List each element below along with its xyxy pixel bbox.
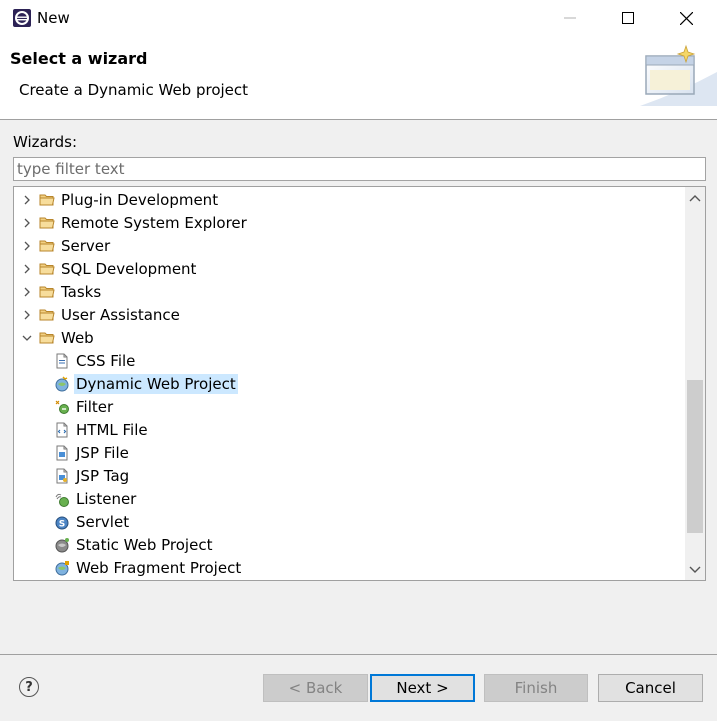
chevron-right-icon[interactable] (20, 285, 34, 299)
page-title: Select a wizard (10, 49, 148, 68)
vertical-scrollbar[interactable] (685, 187, 705, 580)
tree-item-label: JSP File (76, 443, 129, 462)
servlet-icon: S (54, 514, 70, 530)
tree-folder[interactable]: User Assistance (20, 303, 182, 326)
window-title: New (37, 9, 70, 27)
tree-folder[interactable]: Plug-in Development (20, 188, 220, 211)
wizard-content: Wizards: Plug-in Development Remote Syste… (0, 121, 717, 654)
html-file-icon (54, 422, 70, 438)
folder-icon (39, 307, 55, 323)
tree-item[interactable]: CSS File (54, 349, 137, 372)
tree-item[interactable]: Listener (54, 487, 138, 510)
svg-text:S: S (59, 519, 65, 529)
folder-icon (39, 215, 55, 231)
tree-item-label: Listener (76, 489, 137, 508)
cancel-button[interactable]: Cancel (598, 674, 703, 702)
wizard-header: Select a wizard Create a Dynamic Web pro… (0, 36, 717, 120)
tree-item[interactable]: Static Web Project (54, 533, 214, 556)
tree-item-label: Server (61, 236, 111, 255)
tree-item[interactable]: S Servlet (54, 510, 131, 533)
maximize-button[interactable] (599, 0, 657, 36)
static-web-project-icon (54, 537, 70, 553)
folder-icon (39, 238, 55, 254)
tree-item-label: Tasks (61, 282, 102, 301)
listener-icon (54, 491, 70, 507)
wizard-tree[interactable]: Plug-in Development Remote System Explore… (13, 186, 706, 581)
chevron-right-icon[interactable] (20, 216, 34, 230)
scrollbar-thumb[interactable] (687, 380, 703, 533)
tree-item-label: CSS File (76, 351, 136, 370)
tree-item-label: Dynamic Web Project (74, 373, 238, 394)
web-fragment-project-icon (54, 560, 70, 576)
close-button[interactable] (657, 0, 715, 36)
tree-item-label: User Assistance (61, 305, 180, 324)
tree-item-label: SQL Development (61, 259, 197, 278)
tree-item-label: HTML File (76, 420, 148, 439)
tree-item-label: Static Web Project (76, 535, 213, 554)
tree-folder[interactable]: Remote System Explorer (20, 211, 249, 234)
tree-item-label: Web (61, 328, 94, 347)
tree-item[interactable]: Filter (54, 395, 115, 418)
tree-folder[interactable]: Web (20, 326, 96, 349)
wizards-label: Wizards: (13, 133, 78, 151)
tree-item[interactable]: JSP File (54, 441, 131, 464)
folder-icon (39, 330, 55, 346)
scroll-down-arrow-icon[interactable] (685, 560, 705, 580)
chevron-down-icon[interactable] (20, 331, 34, 345)
chevron-right-icon[interactable] (20, 308, 34, 322)
chevron-right-icon[interactable] (20, 193, 34, 207)
finish-button[interactable]: Finish (484, 674, 588, 702)
close-icon (679, 11, 693, 25)
tree-item[interactable]: JSP Tag (54, 464, 131, 487)
tree-item[interactable]: HTML File (54, 418, 150, 441)
tree-folder[interactable]: SQL Development (20, 257, 198, 280)
scroll-up-arrow-icon[interactable] (685, 188, 705, 208)
minimize-button[interactable] (541, 0, 599, 36)
css-file-icon (54, 353, 70, 369)
tree-folder[interactable]: Server (20, 234, 112, 257)
tree-item-label: Plug-in Development (61, 190, 219, 209)
jsp-file-icon (54, 445, 70, 461)
tree-item-label: Filter (76, 397, 114, 416)
tree-folder[interactable]: Tasks (20, 280, 103, 303)
tree-item-label: Remote System Explorer (61, 213, 247, 232)
eclipse-app-icon (12, 8, 32, 28)
folder-icon (39, 192, 55, 208)
tree-item-label: Servlet (76, 512, 130, 531)
page-description: Create a Dynamic Web project (19, 81, 249, 99)
folder-icon (39, 261, 55, 277)
filter-icon (54, 399, 70, 415)
next-button[interactable]: Next > (370, 674, 475, 702)
tree-item-label: Web Fragment Project (76, 558, 242, 577)
tree-item-label: JSP Tag (76, 466, 130, 485)
dynamic-web-project-icon (54, 375, 70, 392)
folder-icon (39, 284, 55, 300)
footer-separator (0, 654, 717, 655)
tree-item[interactable]: Dynamic Web Project (54, 372, 238, 395)
filter-input[interactable] (13, 157, 706, 181)
help-icon[interactable]: ? (19, 677, 39, 697)
jsp-tag-icon (54, 468, 70, 484)
wizard-banner-icon (640, 42, 717, 106)
back-button[interactable]: < Back (263, 674, 368, 702)
tree-item[interactable]: Web Fragment Project (54, 556, 243, 579)
chevron-right-icon[interactable] (20, 239, 34, 253)
chevron-right-icon[interactable] (20, 262, 34, 276)
title-bar: New (0, 0, 717, 36)
